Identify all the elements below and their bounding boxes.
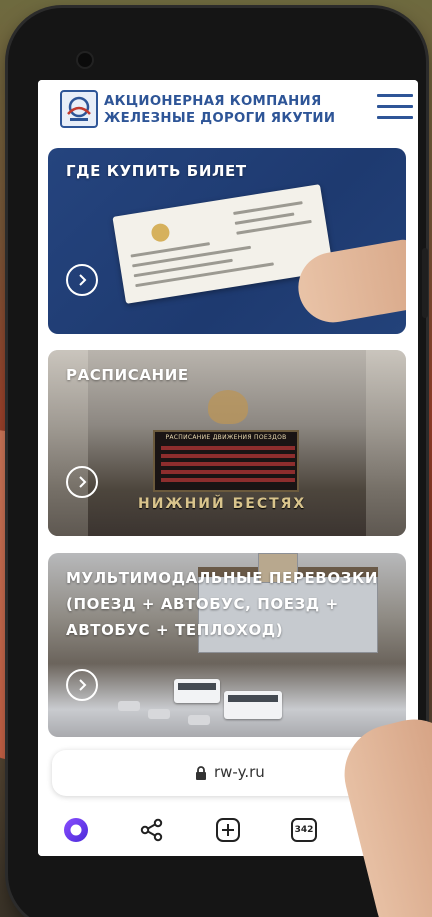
card-title: ГДЕ КУПИТЬ БИЛЕТ [66,162,247,180]
plus-square-icon[interactable] [212,814,244,846]
card-schedule[interactable]: РАСПИСАНИЕ ДВИЖЕНИЯ ПОЕЗДОВ НИЖНИЙ БЕСТЯ… [48,350,406,536]
bus [224,691,282,719]
tab-count-icon[interactable]: 342 [288,814,320,846]
card-title: МУЛЬТИМОДАЛЬНЫЕ ПЕРЕВОЗКИ (ПОЕЗД + АВТОБ… [66,569,378,639]
board-title: РАСПИСАНИЕ ДВИЖЕНИЯ ПОЕЗДОВ [165,434,287,441]
menu-icon[interactable] [377,94,413,124]
card-where-to-buy-ticket[interactable]: ГДЕ КУПИТЬ БИЛЕТ [48,148,406,334]
chevron-right-icon[interactable] [66,669,98,701]
site-header: АКЦИОНЕРНАЯ КОМПАНИЯ ЖЕЛЕЗНЫЕ ДОРОГИ ЯКУ… [38,80,418,142]
tab-count: 342 [291,818,317,842]
company-name-line2: ЖЕЛЕЗНЫЕ ДОРОГИ ЯКУТИИ [104,111,336,126]
alice-icon[interactable] [60,814,92,846]
side-button [422,248,428,318]
chevron-right-icon[interactable] [66,264,98,296]
card-multimodal-transport[interactable]: МУЛЬТИМОДАЛЬНЫЕ ПЕРЕВОЗКИ (ПОЕЗД + АВТОБ… [48,553,406,737]
company-logo-icon[interactable] [60,90,98,128]
station-name-sign: НИЖНИЙ БЕСТЯХ [138,496,307,512]
hall-pillar-right [366,350,406,536]
departure-board: РАСПИСАНИЕ ДВИЖЕНИЯ ПОЕЗДОВ [153,430,299,492]
share-icon[interactable] [136,814,168,846]
company-name[interactable]: АКЦИОНЕРНАЯ КОМПАНИЯ ЖЕЛЕЗНЫЕ ДОРОГИ ЯКУ… [104,93,364,127]
url-text: rw-y.ru [214,763,265,781]
emblem-decoration [208,390,248,424]
company-name-line1: АКЦИОНЕРНАЯ КОМПАНИЯ [104,94,322,109]
front-camera [78,53,92,67]
card-title: РАСПИСАНИЕ [66,366,189,384]
bus [174,679,220,703]
chevron-right-icon[interactable] [66,466,98,498]
lock-icon [196,766,206,780]
